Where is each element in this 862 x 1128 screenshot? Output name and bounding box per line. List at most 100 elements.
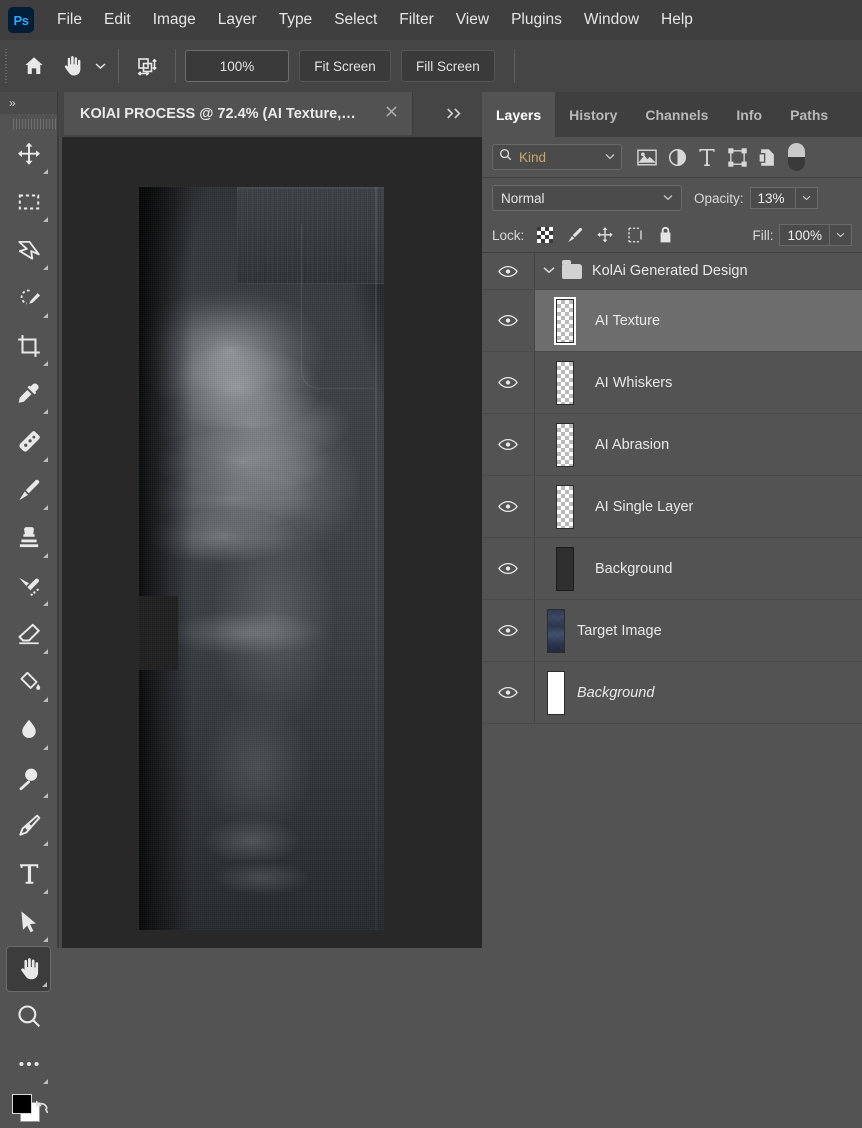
toolbar-grip[interactable] <box>0 114 57 130</box>
collapse-toolbar-button[interactable]: » <box>0 92 57 114</box>
layer-thumbnail[interactable] <box>535 484 595 529</box>
layer-thumbnail[interactable] <box>535 670 577 715</box>
rotate-view-icon[interactable] <box>128 47 166 85</box>
layer-thumbnail[interactable] <box>535 608 577 653</box>
quick-selection-tool[interactable] <box>6 274 51 322</box>
eye-visibility-icon[interactable] <box>482 352 535 413</box>
tab-info[interactable]: Info <box>722 92 776 137</box>
chevron-down-icon[interactable] <box>91 47 109 85</box>
type-tool[interactable] <box>6 850 51 898</box>
fit-screen-button[interactable]: Fit Screen <box>299 50 391 82</box>
menu-layer[interactable]: Layer <box>207 8 268 32</box>
layer-name[interactable]: AI Whiskers <box>595 375 672 391</box>
home-icon[interactable] <box>15 47 53 85</box>
tab-history[interactable]: History <box>555 92 631 137</box>
canvas-area[interactable] <box>58 137 483 948</box>
layer-row-ai-abrasion[interactable]: AI Abrasion <box>482 414 862 476</box>
document-artboard[interactable] <box>139 187 384 930</box>
lock-artboard-nesting-icon[interactable] <box>620 222 650 248</box>
crop-tool[interactable] <box>6 322 51 370</box>
pen-tool[interactable] <box>6 802 51 850</box>
eye-visibility-icon[interactable] <box>482 538 535 599</box>
fill-screen-button[interactable]: Fill Screen <box>401 50 495 82</box>
menu-view[interactable]: View <box>445 8 500 32</box>
lock-all-icon[interactable] <box>650 222 680 248</box>
layer-name[interactable]: AI Abrasion <box>595 437 669 453</box>
layer-name[interactable]: AI Single Layer <box>595 499 693 515</box>
layer-name[interactable]: Background <box>595 561 672 577</box>
menu-image[interactable]: Image <box>142 8 207 32</box>
swap-colors-icon[interactable] <box>33 1098 51 1121</box>
blur-tool[interactable] <box>6 706 51 754</box>
menu-edit[interactable]: Edit <box>93 8 142 32</box>
layer-thumbnail[interactable] <box>535 422 595 467</box>
tab-paths[interactable]: Paths <box>776 92 842 137</box>
menu-filter[interactable]: Filter <box>388 8 444 32</box>
spot-healing-brush-tool[interactable] <box>6 418 51 466</box>
image-filter-icon[interactable] <box>632 143 662 171</box>
lasso-tool[interactable] <box>6 226 51 274</box>
canvas-scrollbar[interactable] <box>59 137 62 948</box>
lock-position-icon[interactable] <box>590 222 620 248</box>
hand-tool-icon[interactable] <box>53 47 91 85</box>
shape-filter-icon[interactable] <box>722 143 752 171</box>
lock-image-pixels-icon[interactable] <box>560 222 590 248</box>
layer-row-background-dark[interactable]: Background <box>482 538 862 600</box>
fill-input[interactable]: 100% <box>779 224 830 246</box>
layer-thumbnail[interactable] <box>535 360 595 405</box>
eye-visibility-icon[interactable] <box>482 253 535 289</box>
brush-tool[interactable] <box>6 466 51 514</box>
edit-toolbar-more-icon[interactable] <box>6 1040 51 1088</box>
layer-row-ai-single-layer[interactable]: AI Single Layer <box>482 476 862 538</box>
opacity-input[interactable]: 13% <box>749 187 796 209</box>
paint-bucket-tool[interactable] <box>6 658 51 706</box>
chevron-down-icon[interactable] <box>543 265 555 277</box>
menu-window[interactable]: Window <box>573 8 650 32</box>
menu-plugins[interactable]: Plugins <box>500 8 573 32</box>
eye-visibility-icon[interactable] <box>482 290 535 351</box>
smart-object-filter-icon[interactable] <box>752 143 782 171</box>
history-brush-tool[interactable] <box>6 562 51 610</box>
lock-transparent-pixels-icon[interactable] <box>530 222 560 248</box>
layer-row-ai-texture[interactable]: AI Texture <box>482 290 862 352</box>
layer-row-background-white[interactable]: Background <box>482 662 862 724</box>
menu-select[interactable]: Select <box>323 8 388 32</box>
eraser-tool[interactable] <box>6 610 51 658</box>
layer-row-group[interactable]: KolAi Generated Design <box>482 253 862 290</box>
move-tool[interactable] <box>6 130 51 178</box>
zoom-100-button[interactable]: 100% <box>185 50 289 82</box>
layer-name[interactable]: KolAi Generated Design <box>592 263 748 279</box>
path-selection-tool[interactable] <box>6 898 51 946</box>
foreground-color-swatch[interactable] <box>12 1094 32 1114</box>
eye-visibility-icon[interactable] <box>482 414 535 475</box>
filter-kind-select[interactable]: Kind <box>492 144 622 170</box>
blend-mode-select[interactable]: Normal <box>492 185 682 211</box>
fill-chevron-down-icon[interactable] <box>830 224 852 246</box>
layer-name[interactable]: Target Image <box>577 623 662 639</box>
layer-row-ai-whiskers[interactable]: AI Whiskers <box>482 352 862 414</box>
layer-thumbnail[interactable] <box>535 296 595 345</box>
group-disclosure[interactable] <box>543 259 582 279</box>
close-icon[interactable] <box>385 105 398 122</box>
zoom-tool[interactable] <box>6 992 51 1040</box>
dodge-tool[interactable] <box>6 754 51 802</box>
eyedropper-tool[interactable] <box>6 370 51 418</box>
menu-type[interactable]: Type <box>268 8 324 32</box>
color-swatches[interactable] <box>6 1088 51 1128</box>
type-filter-icon[interactable] <box>692 143 722 171</box>
chevron-down-icon[interactable] <box>605 152 615 163</box>
layer-name[interactable]: Background <box>577 685 654 701</box>
layer-name[interactable]: AI Texture <box>595 313 660 329</box>
opacity-chevron-down-icon[interactable] <box>795 187 818 209</box>
menu-file[interactable]: File <box>46 8 93 32</box>
adjustment-filter-icon[interactable] <box>662 143 692 171</box>
layer-thumbnail[interactable] <box>535 546 595 591</box>
document-tab[interactable]: KOlAI PROCESS @ 72.4% (AI Texture,… <box>64 92 413 135</box>
options-bar-grip[interactable] <box>3 49 11 83</box>
hand-tool[interactable] <box>6 946 51 992</box>
menu-help[interactable]: Help <box>650 8 704 32</box>
clone-stamp-tool[interactable] <box>6 514 51 562</box>
eye-visibility-icon[interactable] <box>482 662 535 723</box>
rectangular-marquee-tool[interactable] <box>6 178 51 226</box>
filter-toggle-switch[interactable] <box>788 143 805 171</box>
